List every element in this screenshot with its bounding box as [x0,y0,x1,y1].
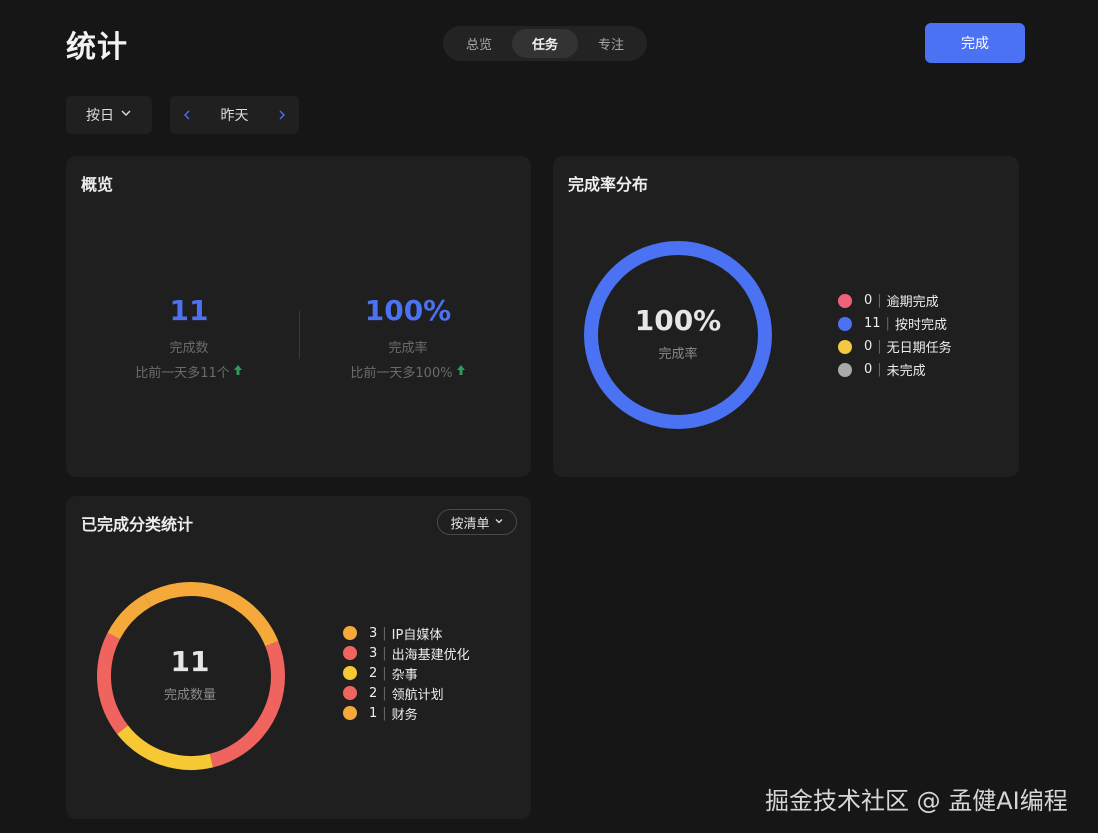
chevron-left-icon[interactable] [178,106,196,124]
tab-tasks[interactable]: 任务 [512,29,578,58]
arrow-up-icon [233,364,243,380]
date-navigator: 昨天 [170,96,299,134]
tab-overview[interactable]: 总览 [446,29,512,58]
legend-dot [838,293,852,308]
legend-dot [343,646,357,660]
legend-dot [343,666,357,680]
period-select[interactable]: 按日 [66,96,152,134]
rate-stat: 100% 完成率 比前一天多100% [328,294,488,381]
legend-item: 11 | 按时完成 [838,312,952,335]
category-legend: 3 | IP自媒体 3 | 出海基建优化 2 | 杂事 2 | 领航计划 1 |… [343,623,470,723]
legend-separator: | [382,625,387,641]
legend-count: 11 [864,316,881,331]
rate-donut-center: 100% 完成率 [618,304,738,362]
legend-separator: | [885,316,890,331]
legend-dot [343,706,357,720]
arrow-up-icon [456,364,466,380]
legend-count: 0 [864,339,873,354]
overview-card: 概览 11 完成数 比前一天多11个 100% 完成率 比前一天多100% [66,156,531,477]
legend-count: 3 [369,645,378,661]
completed-stat: 11 完成数 比前一天多11个 [109,294,269,381]
legend-item: 2 | 领航计划 [343,683,470,703]
rate-label: 完成率 [388,341,428,356]
rate-value: 100% [364,294,452,327]
rate-center-value: 100% [634,304,722,337]
tab-switcher: 总览 任务 专注 [443,26,647,61]
legend-dot [343,626,357,640]
category-stats-title: 已完成分类统计 [81,515,194,534]
legend-separator: | [877,293,882,308]
overview-title: 概览 [81,175,114,194]
legend-separator: | [382,645,387,661]
legend-label: 按时完成 [894,318,947,333]
legend-count: 0 [864,362,873,377]
legend-dot [343,686,357,700]
completed-compare-text: 比前一天多11个 [135,366,230,381]
legend-count: 2 [369,665,378,681]
overview-divider [299,311,300,359]
legend-separator: | [382,685,387,701]
legend-label: 逾期完成 [886,295,939,310]
watermark: 掘金技术社区 @ 孟健AI编程 [765,787,1068,815]
rate-distribution-card: 完成率分布 100% 完成率 0 | 逾期完成 11 | 按时完成 0 | 无日… [553,156,1019,477]
legend-item: 3 | IP自媒体 [343,623,470,643]
legend-label: 财务 [391,707,418,723]
legend-item: 0 | 未完成 [838,358,952,381]
category-center-label: 完成数量 [163,688,216,703]
legend-label: 无日期任务 [886,341,952,356]
chevron-down-icon [494,515,504,530]
legend-count: 0 [864,293,873,308]
category-donut-center: 11 完成数量 [130,645,250,703]
legend-dot [838,339,852,354]
legend-dot [838,316,852,331]
legend-item: 2 | 杂事 [343,663,470,683]
legend-label: 领航计划 [391,687,444,703]
legend-count: 2 [369,685,378,701]
legend-count: 1 [369,705,378,721]
legend-item: 1 | 财务 [343,703,470,723]
legend-label: 出海基建优化 [391,647,470,663]
legend-separator: | [382,705,387,721]
legend-label: 未完成 [886,364,926,379]
legend-separator: | [877,362,882,377]
completed-compare: 比前一天多11个 [109,362,269,381]
chevron-right-icon[interactable] [273,106,291,124]
rate-legend: 0 | 逾期完成 11 | 按时完成 0 | 无日期任务 0 | 未完成 [838,289,952,381]
chevron-down-icon [120,107,132,123]
list-filter-label: 按清单 [450,516,490,532]
legend-label: 杂事 [391,667,418,683]
page-title: 统计 [66,30,128,65]
legend-separator: | [382,665,387,681]
rate-compare: 比前一天多100% [328,362,488,381]
date-label: 昨天 [220,108,249,124]
done-button[interactable]: 完成 [925,23,1025,63]
period-label: 按日 [86,108,114,124]
completed-value: 11 [169,294,209,327]
list-filter-button[interactable]: 按清单 [437,509,517,535]
tab-focus[interactable]: 专注 [578,29,644,58]
rate-distribution-title: 完成率分布 [568,175,649,194]
category-center-value: 11 [170,645,210,678]
category-stats-card: 已完成分类统计 按清单 11 完成数量 3 | IP自媒体 3 | 出海基建优化… [66,496,531,819]
rate-center-label: 完成率 [658,347,698,362]
legend-count: 3 [369,625,378,641]
legend-separator: | [877,339,882,354]
legend-item: 0 | 无日期任务 [838,335,952,358]
completed-label: 完成数 [169,341,209,356]
rate-compare-text: 比前一天多100% [350,366,453,381]
legend-dot [838,362,852,377]
legend-label: IP自媒体 [391,627,443,643]
legend-item: 0 | 逾期完成 [838,289,952,312]
legend-item: 3 | 出海基建优化 [343,643,470,663]
